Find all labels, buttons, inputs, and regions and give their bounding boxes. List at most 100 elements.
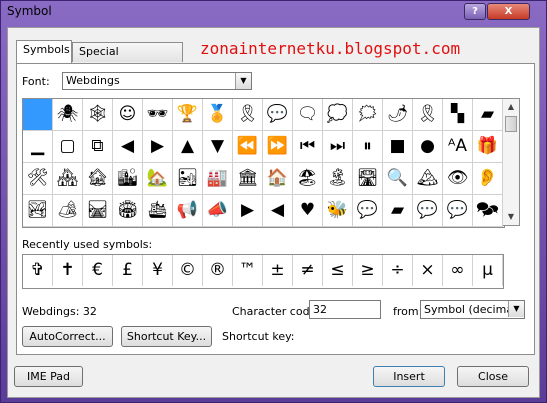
- symbol-cell[interactable]: 🏅: [203, 99, 233, 131]
- scroll-up-arrow-icon[interactable]: ▲: [503, 99, 519, 115]
- recent-symbol-cell[interactable]: ¥: [143, 255, 173, 286]
- symbol-cell[interactable]: 🗫: [473, 195, 503, 227]
- autocorrect-button[interactable]: AutoCorrect...: [22, 326, 113, 347]
- symbol-cell[interactable]: ⏩: [263, 131, 293, 163]
- symbol-cell[interactable]: ᴬA: [443, 131, 473, 163]
- chevron-down-icon[interactable]: ▼: [508, 301, 524, 317]
- recent-symbol-cell[interactable]: ✞: [23, 255, 53, 286]
- symbol-cell[interactable]: 💭: [323, 99, 353, 131]
- symbol-cell[interactable]: 👁: [443, 163, 473, 195]
- symbol-cell[interactable]: 🛳: [143, 195, 173, 227]
- symbol-cell[interactable]: 🎗: [233, 99, 263, 131]
- recent-symbol-cell[interactable]: ±: [263, 255, 293, 286]
- recent-symbol-cell[interactable]: ≠: [293, 255, 323, 286]
- recent-symbol-cell[interactable]: ∞: [443, 255, 473, 286]
- close-button[interactable]: Close: [457, 366, 529, 387]
- symbol-cell[interactable]: ▼: [203, 131, 233, 163]
- symbol-grid-scrollbar[interactable]: ▲ ▼: [503, 98, 520, 226]
- recent-symbol-cell[interactable]: ÷: [383, 255, 413, 286]
- symbol-cell[interactable]: 🏔: [413, 163, 443, 195]
- symbol-cell[interactable]: 📣: [203, 195, 233, 227]
- symbol-cell[interactable]: ⧉: [83, 131, 113, 163]
- close-window-button[interactable]: X: [487, 3, 530, 20]
- symbol-cell[interactable]: 🛤: [83, 195, 113, 227]
- scroll-thumb[interactable]: [505, 116, 517, 132]
- recent-symbol-cell[interactable]: £: [113, 255, 143, 286]
- recent-symbol-cell[interactable]: ×: [413, 255, 443, 286]
- symbol-cell[interactable]: 💬: [413, 195, 443, 227]
- symbol-cell[interactable]: 📢: [173, 195, 203, 227]
- recent-symbol-cell[interactable]: ®: [203, 255, 233, 286]
- character-code-input[interactable]: 32: [309, 300, 381, 319]
- symbol-cell[interactable]: ▢: [53, 131, 83, 163]
- symbol-cell[interactable]: ▁: [23, 131, 53, 163]
- symbol-cell[interactable]: ▲: [173, 131, 203, 163]
- recent-symbol-cell[interactable]: ≤: [323, 255, 353, 286]
- symbol-cell[interactable]: ⏮: [293, 131, 323, 163]
- symbol-cell[interactable]: 🏞: [23, 195, 53, 227]
- symbol-cell[interactable]: ☺: [113, 99, 143, 131]
- symbol-cell[interactable]: 🐝: [323, 195, 353, 227]
- symbol-cell[interactable]: 🗯: [353, 99, 383, 131]
- recent-symbol-cell[interactable]: €: [83, 255, 113, 286]
- symbol-cell[interactable]: ⏪: [233, 131, 263, 163]
- tab-special-characters[interactable]: Special Characters: [72, 42, 183, 76]
- symbol-cell[interactable]: 🛠: [23, 163, 53, 195]
- symbol-cell[interactable]: 🕶: [143, 99, 173, 131]
- symbol-cell[interactable]: 👂: [473, 163, 503, 195]
- symbol-cell[interactable]: ⏭: [323, 131, 353, 163]
- symbol-cell[interactable]: 🌶: [383, 99, 413, 131]
- font-dropdown[interactable]: Webdings ▼: [62, 72, 252, 90]
- symbol-cell[interactable]: 💬: [353, 195, 383, 227]
- symbol-cell[interactable]: 🏆: [173, 99, 203, 131]
- help-button[interactable]: ?: [464, 3, 486, 20]
- symbol-cell[interactable]: ◀: [263, 195, 293, 227]
- symbol-cell[interactable]: ■: [383, 131, 413, 163]
- scroll-down-arrow-icon[interactable]: ▼: [503, 209, 519, 225]
- symbol-cell[interactable]: 🏭: [203, 163, 233, 195]
- recent-symbol-cell[interactable]: µ: [473, 255, 503, 286]
- title-bar[interactable]: Symbol ? X: [1, 1, 546, 23]
- symbol-cell[interactable]: 🏡: [143, 163, 173, 195]
- recent-symbol-cell[interactable]: ≥: [353, 255, 383, 286]
- watermark-text: zonainternetku.blogspot.com: [200, 39, 461, 58]
- insert-button[interactable]: Insert: [373, 366, 445, 387]
- symbol-cell[interactable]: ▶: [233, 195, 263, 227]
- ime-pad-button[interactable]: IME Pad: [14, 366, 83, 387]
- shortcut-key-button[interactable]: Shortcut Key...: [121, 326, 212, 347]
- symbol-cell[interactable]: ♥: [293, 195, 323, 227]
- symbol-cell[interactable]: 🏕: [53, 195, 83, 227]
- symbol-cell[interactable]: ⏸: [353, 131, 383, 163]
- tab-symbols[interactable]: Symbols: [16, 40, 72, 63]
- symbol-cell[interactable]: 🎗: [413, 99, 443, 131]
- symbol-cell[interactable]: 💬: [443, 195, 473, 227]
- symbol-cell[interactable]: 🛣: [353, 163, 383, 195]
- symbol-cell[interactable]: 🗨: [293, 99, 323, 131]
- recent-symbol-cell[interactable]: ✝: [53, 255, 83, 286]
- symbol-cell[interactable]: 🕷: [53, 99, 83, 131]
- symbol-cell[interactable]: 🏛: [233, 163, 263, 195]
- symbol-cell[interactable]: 🏠: [263, 163, 293, 195]
- symbol-cell[interactable]: 🏙: [113, 163, 143, 195]
- recent-symbol-cell[interactable]: ™: [233, 255, 263, 286]
- chevron-down-icon[interactable]: ▼: [235, 73, 251, 89]
- symbol-cell[interactable]: 🏘: [53, 163, 83, 195]
- symbol-cell[interactable]: ▰: [473, 99, 503, 131]
- symbol-cell[interactable]: ◀: [113, 131, 143, 163]
- symbol-cell[interactable]: ▰: [383, 195, 413, 227]
- symbol-cell[interactable]: ▶: [143, 131, 173, 163]
- symbol-cell[interactable]: 🏟: [113, 195, 143, 227]
- symbol-cell[interactable]: 🏖: [293, 163, 323, 195]
- symbol-cell[interactable]: ▚: [443, 99, 473, 131]
- symbol-cell[interactable]: ●: [413, 131, 443, 163]
- symbol-cell[interactable]: 🏜: [173, 163, 203, 195]
- recent-symbol-cell[interactable]: ©: [173, 255, 203, 286]
- symbol-cell[interactable]: 💬: [263, 99, 293, 131]
- symbol-cell[interactable]: 🎁: [473, 131, 503, 163]
- from-dropdown[interactable]: Symbol (decimal) ▼: [420, 300, 525, 319]
- symbol-cell[interactable]: 🏝: [323, 163, 353, 195]
- symbol-cell[interactable]: 🔍: [383, 163, 413, 195]
- symbol-cell[interactable]: [23, 99, 53, 131]
- symbol-cell[interactable]: 🕸: [83, 99, 113, 131]
- symbol-cell[interactable]: 🏚: [83, 163, 113, 195]
